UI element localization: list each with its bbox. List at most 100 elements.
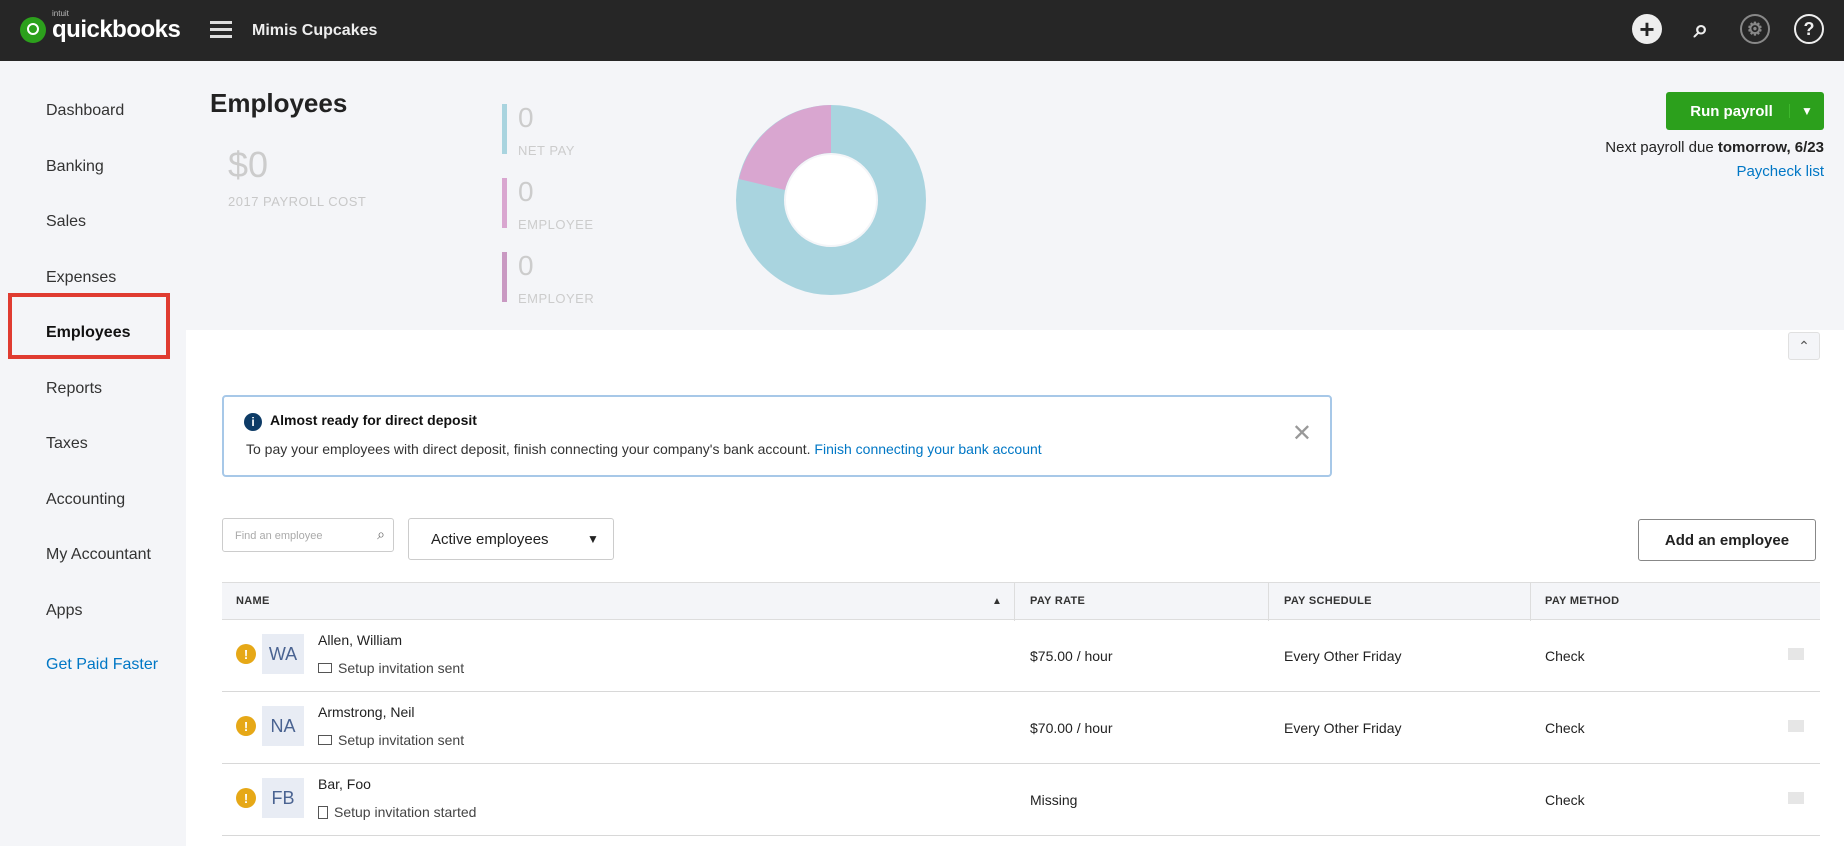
row-action-icon[interactable]: [1788, 720, 1804, 732]
sidebar-item-accounting[interactable]: Accounting: [46, 491, 125, 509]
warning-icon: !: [236, 644, 256, 664]
row-action-icon[interactable]: [1788, 792, 1804, 804]
pay-rate-cell: $70.00 / hour: [1030, 720, 1113, 736]
table-row[interactable]: ! WA Allen, William Setup invitation sen…: [222, 620, 1820, 692]
sidebar-item-reports[interactable]: Reports: [46, 380, 102, 398]
chevron-up-icon: ⌃: [1798, 337, 1810, 354]
header-pay-method[interactable]: PAY METHOD: [1545, 595, 1619, 607]
pay-method-cell: Check: [1545, 720, 1585, 736]
add-employee-button[interactable]: Add an employee: [1638, 519, 1816, 561]
sidebar-item-banking[interactable]: Banking: [46, 158, 104, 176]
sidebar-item-expenses[interactable]: Expenses: [46, 269, 116, 287]
gear-icon[interactable]: ⚙: [1740, 14, 1770, 44]
pay-rate-cell: $75.00 / hour: [1030, 648, 1113, 664]
next-payroll-prefix: Next payroll due: [1605, 139, 1718, 156]
row-action-icon[interactable]: [1788, 648, 1804, 660]
collapse-summary-button[interactable]: ⌃: [1788, 332, 1820, 360]
finish-connecting-bank-link[interactable]: Finish connecting your bank account: [814, 441, 1041, 457]
sidebar-item-apps[interactable]: Apps: [46, 602, 82, 620]
employee-status-text: Setup invitation sent: [338, 660, 465, 676]
table-row[interactable]: ! FB Bar, Foo Setup invitation started M…: [222, 764, 1820, 836]
column-divider: [1530, 583, 1531, 621]
alert-body-text: To pay your employees with direct deposi…: [246, 441, 815, 457]
table-header: NAME ▲ PAY RATE PAY SCHEDULE PAY METHOD: [222, 582, 1820, 621]
employee-value: 0: [518, 176, 534, 207]
search-icon[interactable]: ⌕: [1686, 13, 1716, 44]
alert-body: To pay your employees with direct deposi…: [246, 441, 1042, 457]
employer-value: 0: [518, 250, 534, 281]
payroll-donut-chart: [736, 105, 926, 295]
sidebar-item-my-accountant[interactable]: My Accountant: [46, 546, 151, 564]
header-pay-rate[interactable]: PAY RATE: [1030, 595, 1085, 607]
employee-name[interactable]: Armstrong, Neil: [318, 704, 414, 720]
close-icon[interactable]: ✕: [1292, 419, 1312, 448]
help-icon[interactable]: ?: [1794, 14, 1824, 44]
employer-label: EMPLOYER: [518, 291, 595, 306]
logo-intuit-text: intuit: [52, 9, 69, 18]
table-row[interactable]: ! NA Armstrong, Neil Setup invitation se…: [222, 692, 1820, 764]
employee-setup-status: Setup invitation sent: [318, 660, 464, 676]
payroll-summary-panel: [186, 61, 1844, 330]
warning-icon: !: [236, 788, 256, 808]
document-icon: [318, 805, 328, 819]
hamburger-menu-icon[interactable]: [210, 21, 232, 39]
warning-icon: !: [236, 716, 256, 736]
sidebar-item-employees[interactable]: Employees: [46, 324, 130, 342]
payroll-cost-label: 2017 PAYROLL COST: [228, 194, 367, 209]
employee-status-value: Active employees: [431, 530, 549, 548]
caret-down-icon: ▼: [587, 532, 599, 546]
employee-status-select[interactable]: Active employees ▼: [408, 518, 614, 560]
company-name: Mimis Cupcakes: [252, 22, 378, 39]
net-pay-color-bar: [502, 104, 507, 154]
employee-search: ⌕: [222, 518, 394, 553]
sort-ascending-icon[interactable]: ▲: [992, 596, 1002, 607]
employee-name[interactable]: Allen, William: [318, 632, 402, 648]
avatar: WA: [262, 634, 304, 674]
run-payroll-label: Run payroll: [1690, 102, 1773, 120]
net-pay-value: 0: [518, 102, 534, 133]
header-pay-schedule[interactable]: PAY SCHEDULE: [1284, 595, 1372, 607]
next-payroll-text: Next payroll due tomorrow, 6/23: [1605, 139, 1824, 156]
payroll-cost-value: $0: [228, 144, 269, 185]
logo-text: quickbooks: [52, 16, 181, 43]
search-icon[interactable]: ⌕: [377, 526, 385, 543]
run-payroll-dropdown-icon[interactable]: ▼: [1789, 104, 1824, 118]
page-title: Employees: [210, 88, 348, 118]
employer-color-bar: [502, 252, 507, 302]
avatar: NA: [262, 706, 304, 746]
pay-rate-cell: Missing: [1030, 792, 1078, 808]
next-payroll-date: tomorrow, 6/23: [1717, 139, 1824, 156]
quickbooks-logo[interactable]: intuit quickbooks: [20, 9, 181, 44]
sidebar: [0, 61, 186, 846]
pay-method-cell: Check: [1545, 648, 1585, 664]
employee-name[interactable]: Bar, Foo: [318, 776, 371, 792]
employee-status-text: Setup invitation started: [334, 804, 477, 820]
top-bar: intuit quickbooks Mimis Cupcakes + ⌕ ⚙ ?: [0, 0, 1844, 61]
run-payroll-button[interactable]: Run payroll ▼: [1666, 92, 1824, 130]
quickbooks-logo-icon: [20, 17, 46, 43]
employee-setup-status: Setup invitation sent: [318, 732, 464, 748]
sidebar-link-get-paid-faster[interactable]: Get Paid Faster: [46, 656, 158, 674]
envelope-icon: [318, 735, 332, 745]
paycheck-list-link[interactable]: Paycheck list: [1736, 163, 1824, 180]
donut-hole: [786, 155, 876, 245]
net-pay-label: NET PAY: [518, 143, 575, 158]
header-name[interactable]: NAME: [236, 595, 270, 607]
employee-setup-status: Setup invitation started: [318, 804, 476, 820]
envelope-icon: [318, 663, 332, 673]
sidebar-item-sales[interactable]: Sales: [46, 213, 86, 231]
sidebar-item-dashboard[interactable]: Dashboard: [46, 102, 124, 120]
plus-icon[interactable]: +: [1632, 14, 1662, 44]
column-divider: [1014, 583, 1015, 621]
direct-deposit-alert: i Almost ready for direct deposit To pay…: [222, 395, 1332, 477]
top-icons: + ⌕ ⚙ ?: [1632, 13, 1824, 44]
alert-title: Almost ready for direct deposit: [270, 412, 477, 428]
employee-search-input[interactable]: [223, 519, 377, 553]
pay-schedule-cell: Every Other Friday: [1284, 720, 1402, 736]
sidebar-item-taxes[interactable]: Taxes: [46, 435, 88, 453]
info-icon: i: [244, 413, 262, 431]
employee-color-bar: [502, 178, 507, 228]
employee-status-text: Setup invitation sent: [338, 732, 465, 748]
pay-schedule-cell: Every Other Friday: [1284, 648, 1402, 664]
pay-method-cell: Check: [1545, 792, 1585, 808]
